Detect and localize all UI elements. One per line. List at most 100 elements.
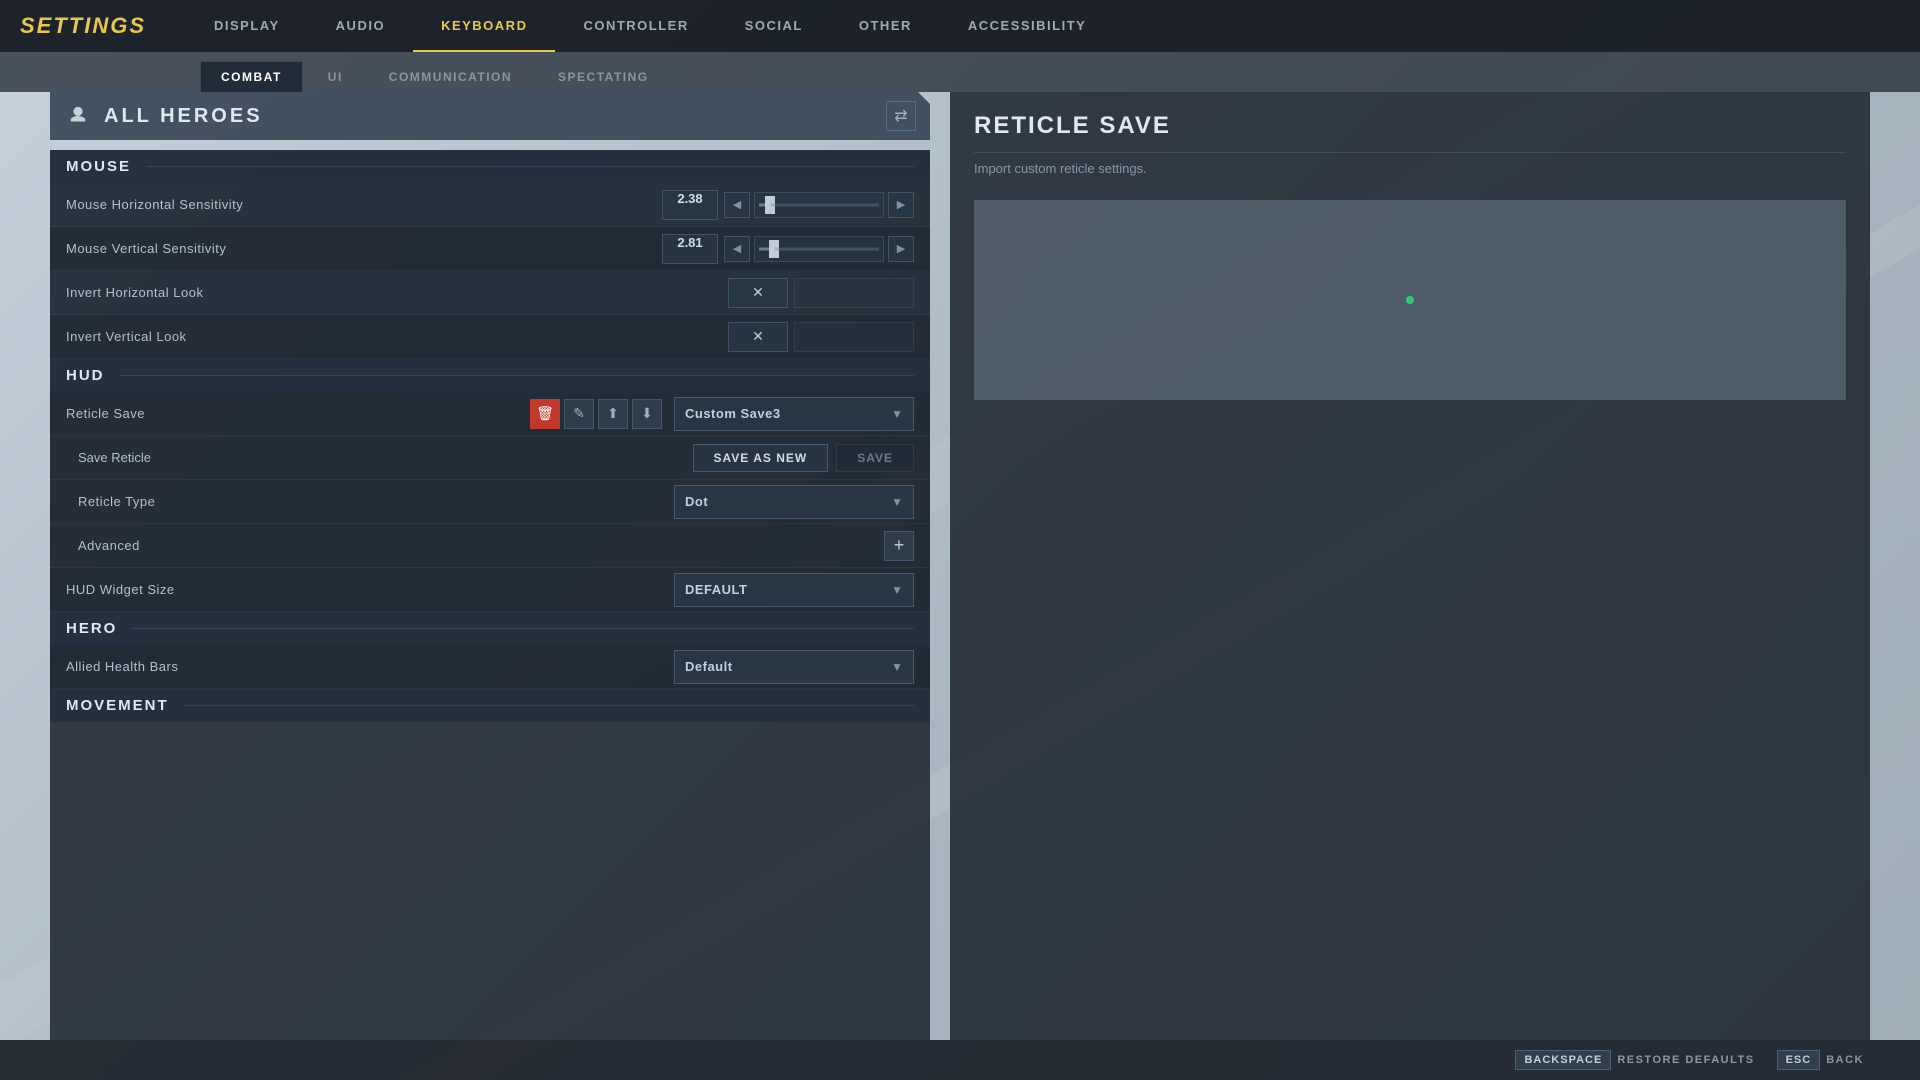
mouse-vertical-sensitivity-row: Mouse Vertical Sensitivity 2.81 ◀ ▶ — [50, 227, 930, 271]
invert-vertical-look-empty — [794, 322, 914, 352]
mouse-vertical-sensitivity-label: Mouse Vertical Sensitivity — [66, 241, 662, 256]
mouse-vertical-slider-track[interactable] — [754, 236, 884, 262]
reticle-delete-button[interactable]: 🗑 — [530, 399, 560, 429]
advanced-row: Advanced + — [50, 524, 930, 568]
movement-section-title: MOVEMENT — [66, 697, 169, 714]
sub-tab-spectating[interactable]: SPECTATING — [537, 61, 670, 92]
allied-health-bars-dropdown-arrow: ▼ — [891, 660, 903, 674]
nav-tab-audio[interactable]: AUDIO — [308, 0, 413, 52]
invert-vertical-look-control: ✕ — [728, 322, 914, 352]
reticle-preview — [974, 200, 1846, 400]
mouse-horizontal-slider-track[interactable] — [754, 192, 884, 218]
mouse-vertical-increase-button[interactable]: ▶ — [888, 236, 914, 262]
invert-horizontal-look-control: ✕ — [728, 278, 914, 308]
invert-vertical-look-label: Invert Vertical Look — [66, 329, 728, 344]
mouse-vertical-slider-control: ◀ ▶ — [724, 236, 914, 262]
save-reticle-row: Save Reticle SAVE AS NEW SAVE — [50, 436, 930, 480]
allied-health-bars-dropdown-value: Default — [685, 659, 891, 674]
reticle-type-dropdown-value: Dot — [685, 494, 891, 509]
reticle-type-dropdown[interactable]: Dot ▼ — [674, 485, 914, 519]
left-panel: ALL HEROES ⇄ MOUSE Mouse Horizontal Sens… — [50, 92, 930, 1040]
hero-section-line — [132, 628, 914, 629]
mouse-section-line — [146, 166, 914, 167]
mouse-vertical-sensitivity-value[interactable]: 2.81 — [662, 234, 718, 264]
invert-horizontal-look-label: Invert Horizontal Look — [66, 285, 728, 300]
hero-title: ALL HEROES — [104, 105, 886, 128]
mouse-horizontal-increase-button[interactable]: ▶ — [888, 192, 914, 218]
reticle-save-dropdown-value: Custom Save3 — [685, 406, 891, 421]
reticle-save-dropdown-arrow: ▼ — [891, 407, 903, 421]
mouse-horizontal-slider-control: ◀ ▶ — [724, 192, 914, 218]
back-button[interactable]: ESC BACK — [1777, 1050, 1880, 1070]
nav-tab-keyboard[interactable]: KEYBOARD — [413, 0, 555, 52]
hud-widget-size-label: HUD Widget Size — [66, 582, 674, 597]
hud-widget-size-dropdown-value: DEFAULT — [685, 582, 891, 597]
sub-tab-combat[interactable]: COMBAT — [200, 61, 303, 92]
invert-vertical-look-row: Invert Vertical Look ✕ — [50, 315, 930, 359]
reticle-type-label: Reticle Type — [78, 494, 674, 509]
save-reticle-label: Save Reticle — [78, 450, 685, 465]
restore-defaults-button[interactable]: BACKSPACE RESTORE DEFAULTS — [1515, 1050, 1770, 1070]
hero-section-title: HERO — [66, 620, 117, 637]
save-button[interactable]: SAVE — [836, 444, 914, 472]
invert-horizontal-look-toggle[interactable]: ✕ — [728, 278, 788, 308]
mouse-horizontal-decrease-button[interactable]: ◀ — [724, 192, 750, 218]
bottom-bar: BACKSPACE RESTORE DEFAULTS ESC BACK — [0, 1040, 1920, 1080]
reticle-save-row: Reticle Save 🗑 ✎ ⬆ ⬇ Custom Save3 ▼ — [50, 392, 930, 436]
reticle-import-button[interactable]: ⬆ — [598, 399, 628, 429]
hero-swap-button[interactable]: ⇄ — [886, 101, 916, 131]
reticle-edit-button[interactable]: ✎ — [564, 399, 594, 429]
advanced-label: Advanced — [78, 538, 884, 553]
mouse-vertical-sensitivity-control: 2.81 ◀ ▶ — [662, 234, 914, 264]
reticle-type-row: Reticle Type Dot ▼ — [50, 480, 930, 524]
mouse-vertical-decrease-button[interactable]: ◀ — [724, 236, 750, 262]
reticle-save-dropdown[interactable]: Custom Save3 ▼ — [674, 397, 914, 431]
reticle-save-panel-title: RETICLE SAVE — [974, 112, 1846, 153]
invert-horizontal-look-empty — [794, 278, 914, 308]
sub-tabs: COMBAT UI COMMUNICATION SPECTATING — [0, 52, 1920, 92]
advanced-expand-button[interactable]: + — [884, 531, 914, 561]
nav-tab-accessibility[interactable]: ACCESSIBILITY — [940, 0, 1114, 52]
mouse-horizontal-sensitivity-label: Mouse Horizontal Sensitivity — [66, 197, 662, 212]
top-navigation: SETTINGS DISPLAY AUDIO KEYBOARD CONTROLL… — [0, 0, 1920, 52]
hero-section-header: HERO — [50, 612, 930, 645]
hud-section-header: HUD — [50, 359, 930, 392]
settings-panel: MOUSE Mouse Horizontal Sensitivity 2.38 … — [50, 150, 930, 1040]
reticle-save-label: Reticle Save — [66, 406, 530, 421]
nav-tab-social[interactable]: SOCIAL — [717, 0, 831, 52]
allied-health-bars-label: Allied Health Bars — [66, 659, 674, 674]
movement-section-header: MOVEMENT — [50, 689, 930, 722]
mouse-horizontal-sensitivity-control: 2.38 ◀ ▶ — [662, 190, 914, 220]
right-panel: RETICLE SAVE Import custom reticle setti… — [950, 92, 1870, 1040]
nav-tabs: DISPLAY AUDIO KEYBOARD CONTROLLER SOCIAL… — [186, 0, 1114, 52]
reticle-export-button[interactable]: ⬇ — [632, 399, 662, 429]
main-content: ALL HEROES ⇄ MOUSE Mouse Horizontal Sens… — [50, 92, 1870, 1040]
hero-icon — [64, 102, 92, 130]
hud-widget-size-row: HUD Widget Size DEFAULT ▼ — [50, 568, 930, 612]
nav-tab-other[interactable]: OTHER — [831, 0, 940, 52]
hud-widget-size-dropdown[interactable]: DEFAULT ▼ — [674, 573, 914, 607]
nav-tab-display[interactable]: DISPLAY — [186, 0, 308, 52]
mouse-vertical-slider-remaining — [775, 247, 879, 250]
hero-selector[interactable]: ALL HEROES ⇄ — [50, 92, 930, 140]
hud-widget-size-dropdown-arrow: ▼ — [891, 583, 903, 597]
movement-section-line — [184, 705, 914, 706]
invert-horizontal-look-row: Invert Horizontal Look ✕ — [50, 271, 930, 315]
restore-defaults-key: BACKSPACE — [1515, 1050, 1611, 1070]
restore-defaults-label: RESTORE DEFAULTS — [1617, 1054, 1754, 1066]
hud-section-line — [120, 375, 915, 376]
sub-tab-ui[interactable]: UI — [307, 61, 364, 92]
mouse-horizontal-sensitivity-value[interactable]: 2.38 — [662, 190, 718, 220]
reticle-save-control: 🗑 ✎ ⬆ ⬇ Custom Save3 ▼ — [530, 397, 914, 431]
allied-health-bars-dropdown[interactable]: Default ▼ — [674, 650, 914, 684]
reticle-save-description: Import custom reticle settings. — [974, 161, 1846, 176]
invert-vertical-look-toggle[interactable]: ✕ — [728, 322, 788, 352]
sub-tab-communication[interactable]: COMMUNICATION — [368, 61, 533, 92]
nav-tab-controller[interactable]: CONTROLLER — [555, 0, 716, 52]
save-as-new-button[interactable]: SAVE AS NEW — [693, 444, 829, 472]
hud-section-title: HUD — [66, 367, 105, 384]
reticle-type-dropdown-arrow: ▼ — [891, 495, 903, 509]
app-title: SETTINGS — [20, 13, 146, 39]
mouse-section-title: MOUSE — [66, 158, 131, 175]
mouse-section-header: MOUSE — [50, 150, 930, 183]
